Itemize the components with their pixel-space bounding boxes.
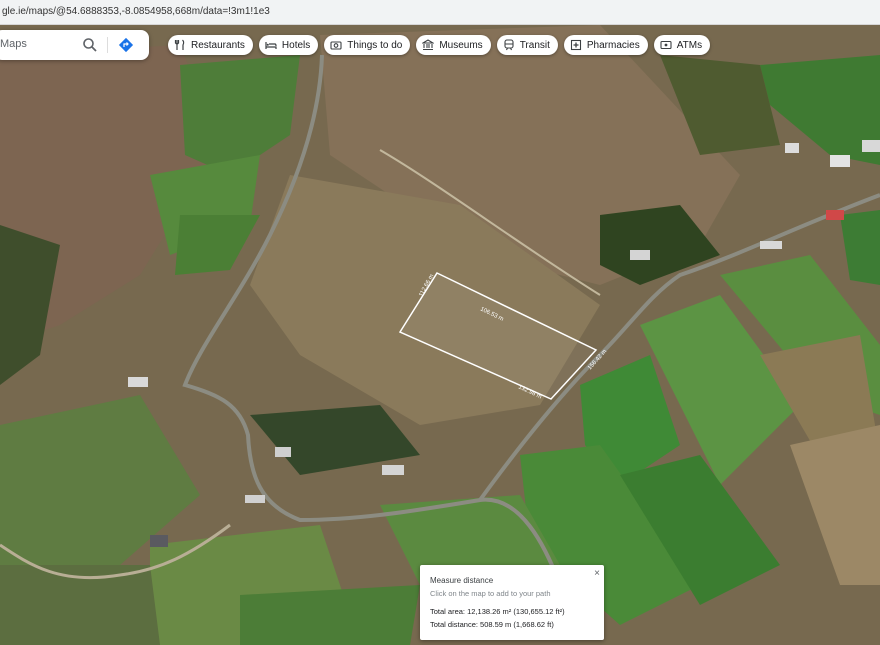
camera-icon	[330, 39, 342, 51]
search-icon[interactable]	[82, 37, 98, 53]
chip-restaurants[interactable]: Restaurants	[168, 35, 253, 55]
building	[630, 250, 650, 260]
chip-museums[interactable]: Museums	[416, 35, 491, 55]
chip-label: Things to do	[347, 39, 403, 51]
directions-icon[interactable]	[117, 36, 135, 54]
url-text: gle.ie/maps/@54.6888353,-8.0854958,668m/…	[2, 6, 270, 17]
chip-label: ATMs	[676, 39, 703, 51]
satellite-map[interactable]: 112.66 m 132.98 m 156.42 m 106.53 m	[0, 25, 880, 645]
building	[382, 465, 404, 475]
close-icon[interactable]: ×	[594, 568, 600, 579]
search-divider	[107, 37, 108, 53]
category-chips: Restaurants Hotels Things to do Museums …	[168, 35, 711, 57]
building	[830, 155, 850, 167]
chip-label: Hotels	[281, 39, 311, 51]
chip-hotels[interactable]: Hotels	[258, 35, 319, 55]
total-area: Total area: 12,138.26 m² (130,655.12 ft²…	[430, 607, 565, 616]
total-distance: Total distance: 508.59 m (1,668.62 ft)	[430, 620, 554, 629]
chip-label: Restaurants	[191, 39, 245, 51]
building	[245, 495, 265, 503]
building	[275, 447, 291, 457]
chip-pharmacies[interactable]: Pharmacies	[563, 35, 648, 55]
building	[760, 241, 782, 249]
building	[785, 143, 799, 153]
building	[128, 377, 148, 387]
building	[150, 535, 168, 547]
map-imagery: 112.66 m 132.98 m 156.42 m 106.53 m	[0, 25, 880, 645]
search-placeholder: Maps	[0, 38, 27, 50]
chip-atms[interactable]: ATMs	[653, 35, 711, 55]
building	[862, 140, 880, 152]
address-bar[interactable]: gle.ie/maps/@54.6888353,-8.0854958,668m/…	[0, 0, 880, 25]
chip-label: Museums	[439, 39, 483, 51]
atm-icon	[660, 39, 672, 51]
restaurant-icon	[174, 39, 186, 51]
museum-icon	[421, 39, 436, 51]
field-green	[240, 585, 420, 645]
transit-icon	[503, 39, 515, 51]
building	[826, 210, 844, 220]
search-box[interactable]: Maps	[0, 30, 149, 60]
chip-things-to-do[interactable]: Things to do	[324, 35, 411, 55]
pharmacy-icon	[570, 39, 582, 51]
chip-label: Pharmacies	[586, 39, 640, 51]
hotel-icon	[265, 39, 277, 51]
measure-hint: Click on the map to add to your path	[430, 589, 551, 598]
measure-distance-panel: × Measure distance Click on the map to a…	[420, 565, 604, 640]
chip-label: Transit	[519, 39, 550, 51]
chip-transit[interactable]: Transit	[496, 35, 558, 55]
measure-title: Measure distance	[430, 576, 494, 585]
